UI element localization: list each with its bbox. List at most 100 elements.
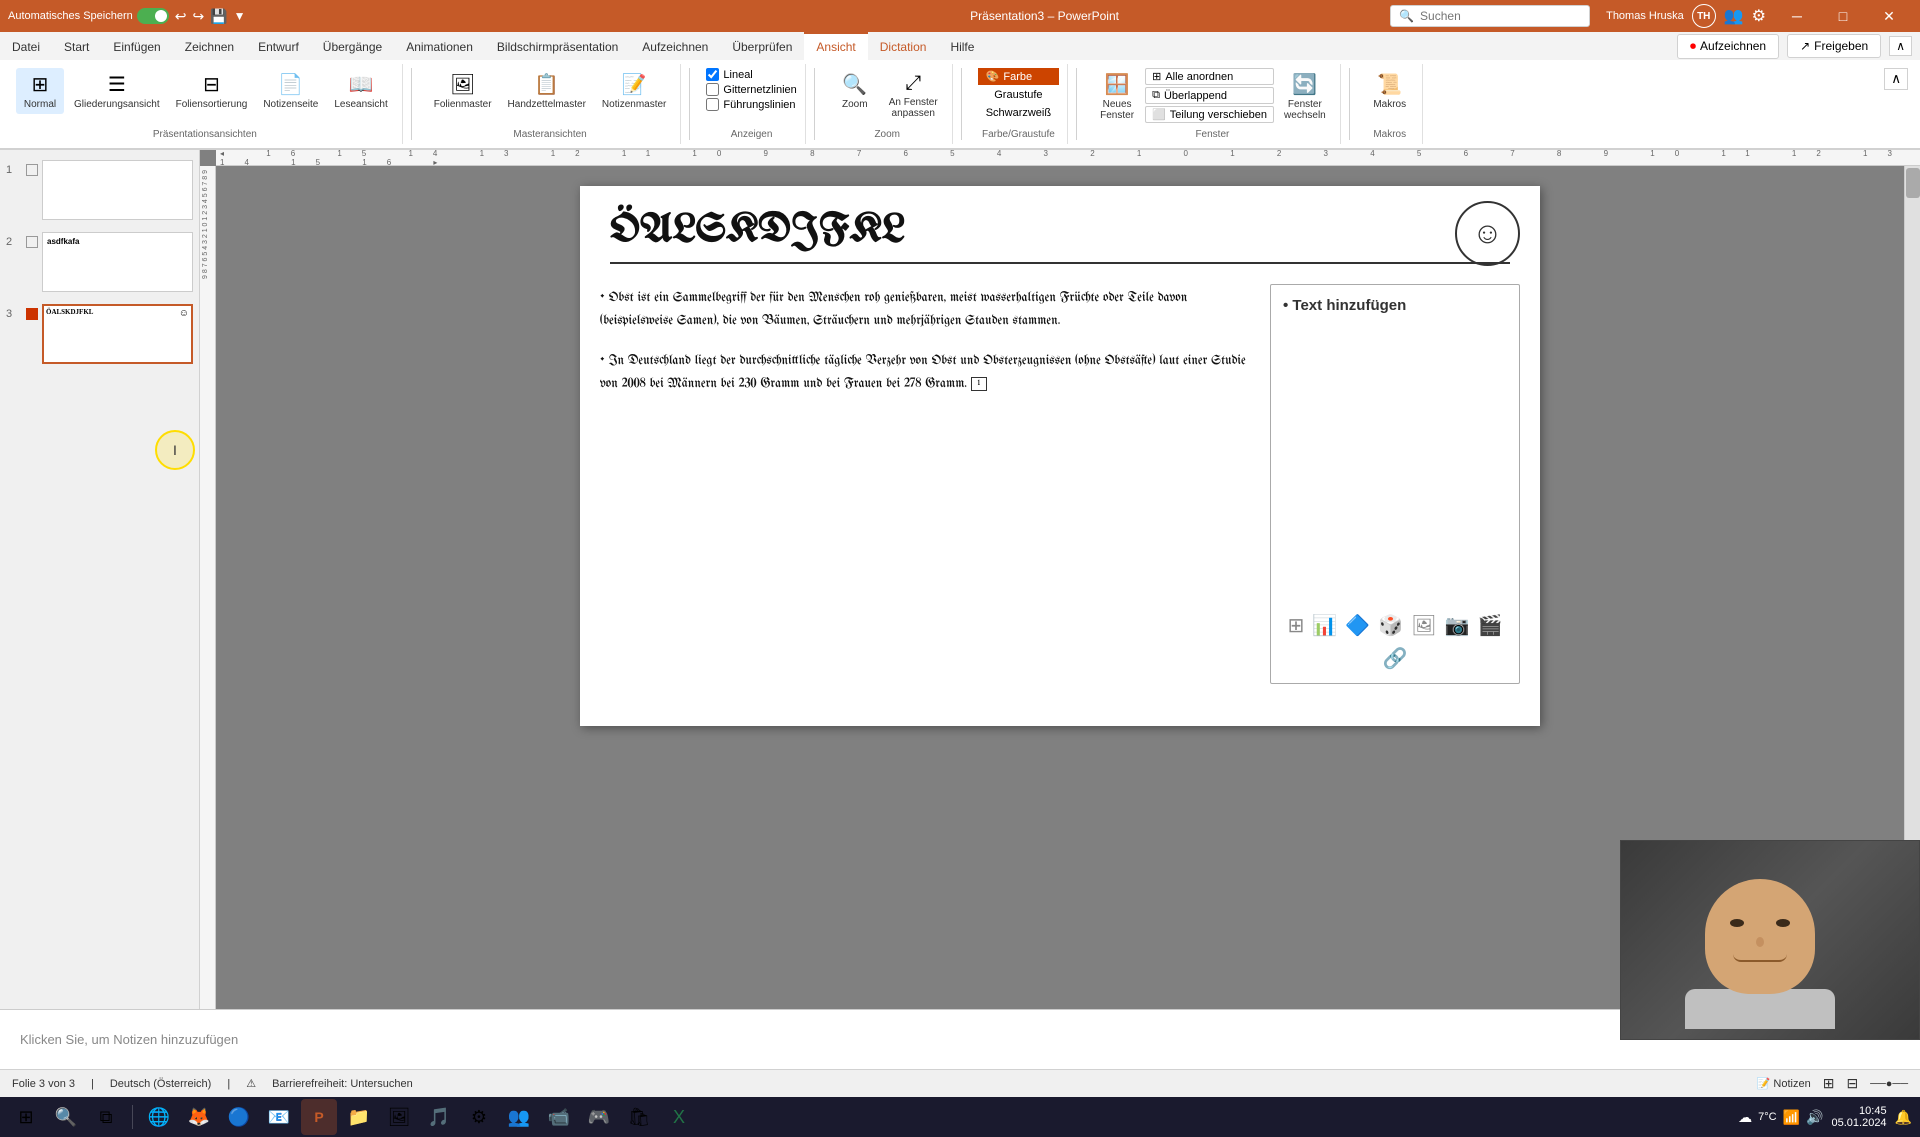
- slide-2-title: asdfkafa: [47, 237, 79, 246]
- minimize-button[interactable]: ─: [1774, 0, 1820, 32]
- btn-folienmaster[interactable]: 🖼 Folienmaster: [428, 68, 498, 114]
- tray-cloud[interactable]: ☁: [1738, 1109, 1752, 1126]
- taskbar-outlook[interactable]: 📧: [261, 1099, 297, 1135]
- tab-aufzeichnen[interactable]: Aufzeichnen: [630, 32, 720, 60]
- taskview-button[interactable]: ⧉: [88, 1099, 124, 1135]
- taskbar-settings[interactable]: ⚙: [461, 1099, 497, 1135]
- photo-icon[interactable]: 📷: [1445, 613, 1470, 638]
- normal-view-btn[interactable]: ⊞: [1823, 1075, 1835, 1092]
- tab-überprüfen[interactable]: Überprüfen: [720, 32, 804, 60]
- tab-ansicht[interactable]: Ansicht: [804, 32, 867, 60]
- taskbar-powerpoint[interactable]: P: [301, 1099, 337, 1135]
- farbe-buttons: 🎨 Farbe Graustufe Schwarzweiß: [978, 68, 1059, 121]
- taskbar-teams[interactable]: 👥: [501, 1099, 537, 1135]
- tab-bildschirmpr[interactable]: Bildschirmpräsentation: [485, 32, 630, 60]
- btn-graustufe[interactable]: Graustufe: [978, 87, 1059, 103]
- slide-title[interactable]: ÖALSKDJFKL: [580, 186, 1540, 262]
- slide-canvas[interactable]: ☺ ÖALSKDJFKL • Obst ist ein Sammelbegrif…: [580, 186, 1540, 726]
- record-button[interactable]: ⏺ Aufzeichnen: [1677, 34, 1779, 59]
- clock-date: 05.01.2024: [1832, 1117, 1887, 1129]
- checkbox-gitternetz[interactable]: Gitternetzlinien: [706, 83, 796, 96]
- btn-farbe[interactable]: 🎨 Farbe: [978, 68, 1059, 85]
- save-icon[interactable]: 💾: [210, 8, 227, 25]
- undo-icon[interactable]: ↩: [175, 8, 187, 25]
- tab-dictation[interactable]: Dictation: [868, 32, 939, 60]
- btn-zoom[interactable]: 🔍 Zoom: [831, 68, 879, 114]
- taskbar-music[interactable]: 🎵: [421, 1099, 457, 1135]
- zoom-slider[interactable]: ──●──: [1870, 1078, 1908, 1090]
- redo-icon[interactable]: ↪: [192, 8, 204, 25]
- taskbar-files[interactable]: 📁: [341, 1099, 377, 1135]
- slide-preview-2[interactable]: asdfkafa: [42, 232, 193, 292]
- taskbar-game[interactable]: 🎮: [581, 1099, 617, 1135]
- btn-schwarzweiss[interactable]: Schwarzweiß: [978, 105, 1059, 121]
- taskbar-photos[interactable]: 🖼: [381, 1099, 417, 1135]
- tab-zeichnen[interactable]: Zeichnen: [173, 32, 246, 60]
- collapse-ribbon-button[interactable]: ∧: [1884, 68, 1908, 90]
- tab-start[interactable]: Start: [52, 32, 101, 60]
- ruler-v-content: 9 8 7 6 5 4 3 2 1 0 1 2 3 4 5 6 7 8 9: [200, 166, 211, 283]
- tab-datei[interactable]: Datei: [0, 32, 52, 60]
- close-button[interactable]: ✕: [1866, 0, 1912, 32]
- btn-leseansicht[interactable]: 📖 Leseansicht: [328, 68, 393, 114]
- tab-animationen[interactable]: Animationen: [394, 32, 485, 60]
- tab-einfuegen[interactable]: Einfügen: [101, 32, 172, 60]
- chart-icon[interactable]: 📊: [1312, 613, 1337, 638]
- btn-handzettelmaster[interactable]: 📋 Handzettelmaster: [502, 68, 592, 114]
- btn-foliensortierung[interactable]: ⊟ Foliensortierung: [170, 68, 254, 114]
- taskbar-camera[interactable]: 📹: [541, 1099, 577, 1135]
- tab-hilfe[interactable]: Hilfe: [938, 32, 986, 60]
- taskbar-edge[interactable]: 🔵: [221, 1099, 257, 1135]
- divider-1: [411, 68, 412, 140]
- checkbox-fuehrungslinien[interactable]: Führungslinien: [706, 98, 796, 111]
- more-qs-icon[interactable]: ▼: [234, 9, 246, 23]
- slidesorter-btn[interactable]: ⊟: [1846, 1075, 1858, 1092]
- btn-ueberlappend[interactable]: ⧉ Überlappend: [1145, 87, 1274, 104]
- btn-neues-fenster[interactable]: 🪟 NeuesFenster: [1093, 68, 1141, 125]
- btn-teilung[interactable]: ⬜ Teilung verschieben: [1145, 106, 1274, 123]
- slide-thumb-3[interactable]: 3 ÖALSKDJFKL ☺: [4, 302, 195, 366]
- autosave-toggle[interactable]: [137, 8, 169, 24]
- settings-icon[interactable]: ⚙: [1752, 6, 1766, 26]
- tab-übergänge[interactable]: Übergänge: [311, 32, 394, 60]
- tray-sound[interactable]: 🔊: [1806, 1109, 1823, 1126]
- btn-alle-anordnen[interactable]: ⊞ Alle anordnen: [1145, 68, 1274, 85]
- btn-anfenster[interactable]: ⤢ An Fensteranpassen: [883, 68, 944, 123]
- link-icon[interactable]: 🔗: [1383, 646, 1408, 671]
- scrollbar-thumb[interactable]: [1906, 168, 1920, 198]
- slide-thumb-1[interactable]: 1: [4, 158, 195, 222]
- tab-entwurf[interactable]: Entwurf: [246, 32, 311, 60]
- main-text-area[interactable]: • Obst ist ein Sammelbegriff der für den…: [580, 274, 1270, 694]
- checkbox-lineal[interactable]: Lineal: [706, 68, 796, 81]
- ribbon-collapse-button[interactable]: ∧: [1889, 36, 1912, 56]
- masteransichten-items: 🖼 Folienmaster 📋 Handzettelmaster 📝 Noti…: [428, 68, 673, 125]
- share-icon[interactable]: 👥: [1724, 6, 1744, 26]
- btn-gliederungsansicht[interactable]: ☰ Gliederungsansicht: [68, 68, 166, 114]
- 3d-icon[interactable]: 🎲: [1378, 613, 1403, 638]
- taskbar-store[interactable]: 🛍: [621, 1099, 657, 1135]
- notes-toggle-btn[interactable]: 📝 Notizen: [1757, 1077, 1811, 1090]
- maximize-button[interactable]: □: [1820, 0, 1866, 32]
- smartart-icon[interactable]: 🔷: [1345, 613, 1370, 638]
- slide-preview-3[interactable]: ÖALSKDJFKL ☺: [42, 304, 193, 364]
- table-icon[interactable]: ⊞: [1288, 613, 1305, 638]
- picture-icon[interactable]: 🖼: [1411, 613, 1436, 638]
- slide-thumb-2[interactable]: 2 asdfkafa: [4, 230, 195, 294]
- btn-notizenseite[interactable]: 📄 Notizenseite: [257, 68, 324, 114]
- btn-notizenmaster[interactable]: 📝 Notizenmaster: [596, 68, 672, 114]
- start-button[interactable]: ⊞: [8, 1099, 44, 1135]
- btn-makros[interactable]: 📜 Makros: [1366, 68, 1414, 114]
- slide-preview-1[interactable]: [42, 160, 193, 220]
- video-icon[interactable]: 🎬: [1477, 613, 1502, 638]
- taskbar-chrome[interactable]: 🌐: [141, 1099, 177, 1135]
- share-button[interactable]: ↗ Freigeben: [1787, 34, 1881, 58]
- search-taskbar[interactable]: 🔍: [48, 1099, 84, 1135]
- right-placeholder-box[interactable]: • Text hinzufügen ⊞ 📊 🔷 🎲 🖼 📷 🎬 🔗: [1270, 284, 1520, 684]
- search-input[interactable]: [1420, 9, 1570, 23]
- tray-network[interactable]: 📶: [1783, 1109, 1800, 1126]
- btn-normal[interactable]: ⊞ Normal: [16, 68, 64, 114]
- taskbar-excel[interactable]: X: [661, 1099, 697, 1135]
- notification-icon[interactable]: 🔔: [1895, 1109, 1912, 1126]
- btn-fenster-wechseln[interactable]: 🔄 Fensterwechseln: [1278, 68, 1332, 125]
- taskbar-firefox[interactable]: 🦊: [181, 1099, 217, 1135]
